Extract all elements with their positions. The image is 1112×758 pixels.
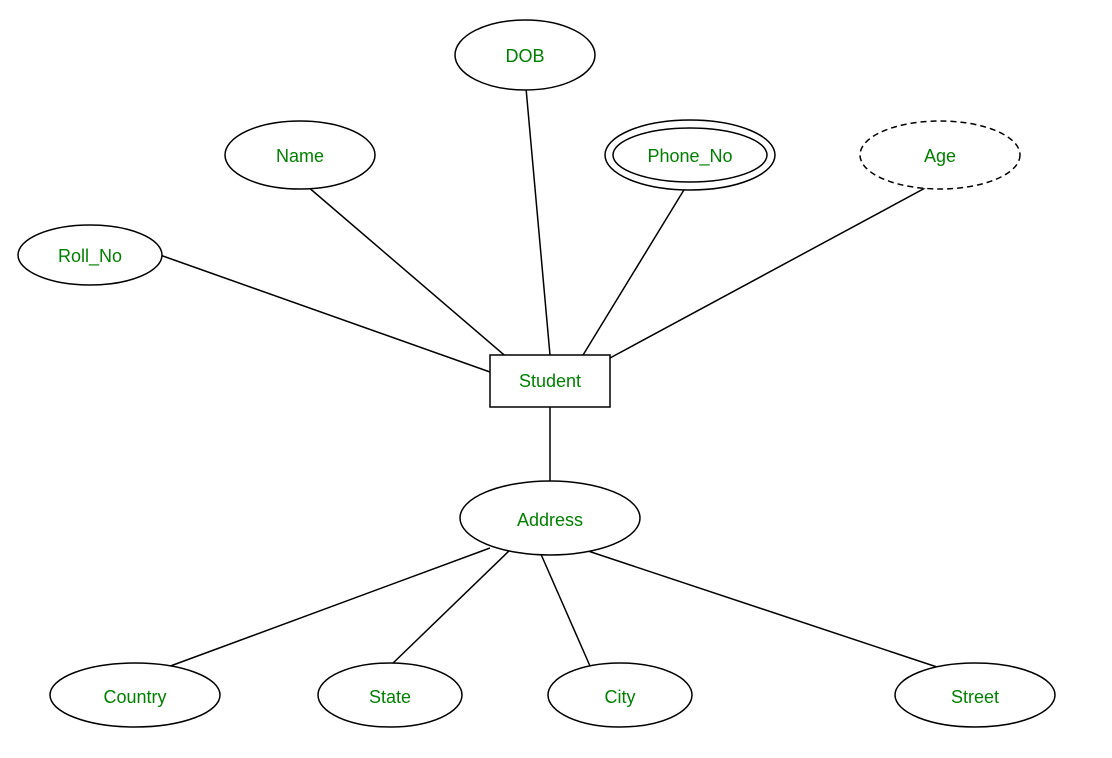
name-label: Name	[276, 146, 324, 166]
dob-label: DOB	[505, 46, 544, 66]
line-address-state	[390, 550, 510, 666]
line-address-city	[540, 552, 590, 666]
state-label: State	[369, 687, 411, 707]
line-student-name	[300, 180, 510, 360]
line-student-age	[610, 180, 940, 358]
country-label: Country	[103, 687, 166, 707]
line-student-phone	[580, 180, 690, 360]
phone-label: Phone_No	[647, 146, 732, 167]
line-student-rollno	[160, 255, 490, 372]
city-label: City	[605, 687, 636, 707]
age-label: Age	[924, 146, 956, 166]
student-label: Student	[519, 371, 581, 391]
line-student-dob	[525, 77, 550, 355]
rollno-label: Roll_No	[58, 246, 122, 267]
address-label: Address	[517, 510, 583, 530]
line-address-country	[165, 548, 490, 668]
line-address-street	[570, 545, 940, 668]
street-label: Street	[951, 687, 999, 707]
